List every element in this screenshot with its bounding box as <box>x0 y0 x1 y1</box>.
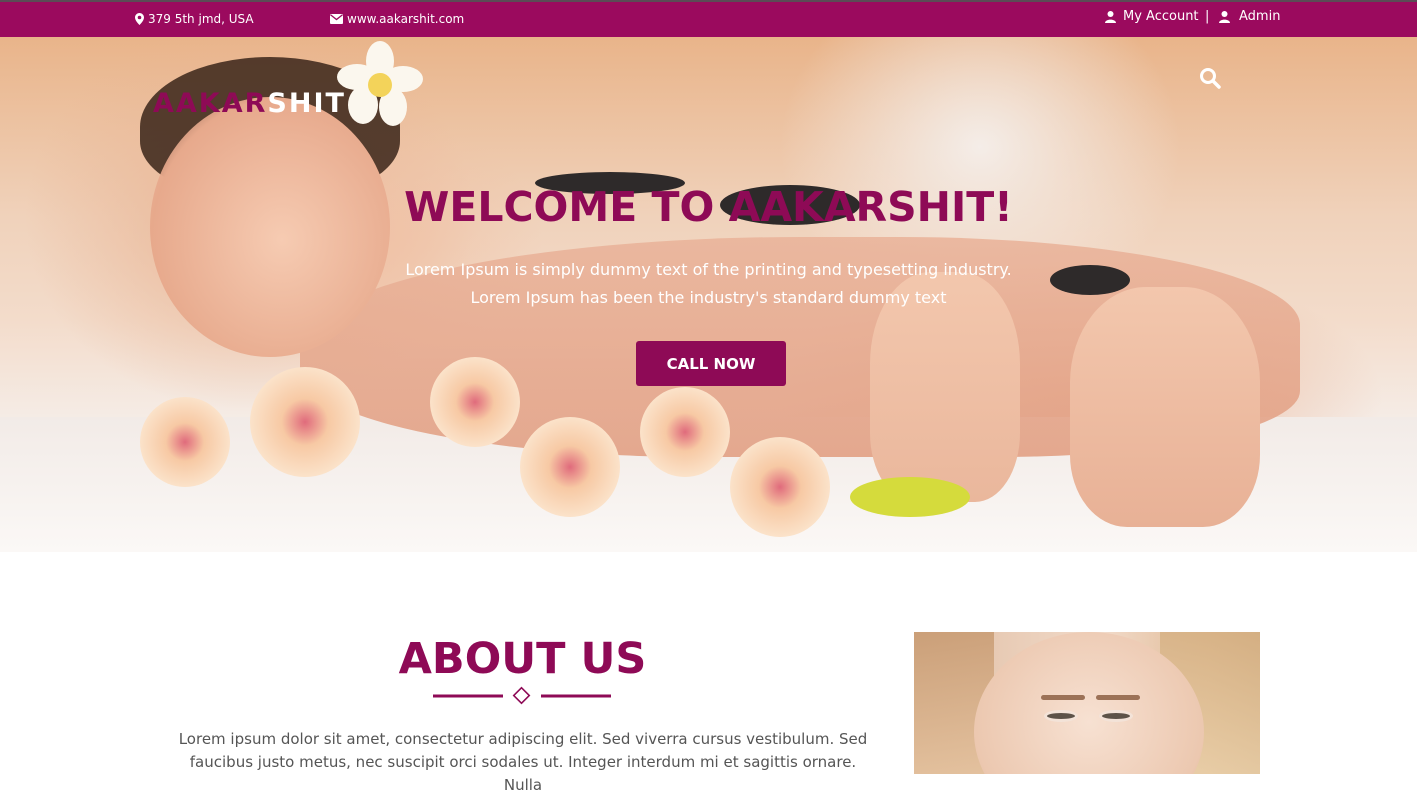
about-image <box>914 632 1260 774</box>
address-info: 379 5th jmd, USA <box>135 12 254 26</box>
admin-link[interactable]: Admin <box>1219 9 1280 24</box>
about-divider <box>433 686 611 705</box>
hair-flower-icon <box>337 41 423 126</box>
diamond-icon <box>512 686 531 705</box>
logo-part-1: AAKAR <box>153 88 268 119</box>
topbar-separator: | <box>1205 9 1210 24</box>
admin-label[interactable]: Admin <box>1239 9 1280 24</box>
hero-title: WELCOME TO AAKARSHIT! <box>404 183 1013 231</box>
my-account-label[interactable]: My Account <box>1123 9 1199 24</box>
site-logo[interactable]: AAKARSHIT <box>153 88 346 119</box>
logo-part-2: SHIT <box>267 88 346 119</box>
about-text: Lorem ipsum dolor sit amet, consectetur … <box>178 730 868 794</box>
map-marker-icon <box>135 13 144 25</box>
my-account-link[interactable]: My Account <box>1105 9 1199 24</box>
search-icon <box>1200 68 1221 89</box>
about-title: ABOUT US <box>398 634 647 684</box>
hero-image-hand <box>1070 287 1260 527</box>
search-button[interactable] <box>1199 67 1221 89</box>
top-bar: 379 5th jmd, USA www.aakarshit.com My Ac… <box>0 0 1417 37</box>
email-info[interactable]: www.aakarshit.com <box>330 12 464 26</box>
hero-image-bud <box>850 477 970 517</box>
user-icon <box>1219 10 1230 23</box>
email-text[interactable]: www.aakarshit.com <box>347 12 464 26</box>
hero-subtitle-line-1: Lorem Ipsum is simply dummy text of the … <box>405 260 1012 279</box>
hero-image-flowers <box>140 357 900 537</box>
user-icon <box>1105 10 1116 23</box>
call-now-button[interactable]: CALL NOW <box>636 341 786 386</box>
envelope-icon <box>330 14 343 24</box>
address-text: 379 5th jmd, USA <box>148 12 254 26</box>
hero-subtitle-line-2: Lorem Ipsum has been the industry's stan… <box>470 288 947 307</box>
